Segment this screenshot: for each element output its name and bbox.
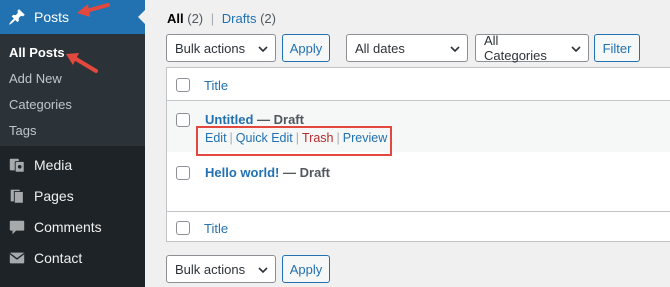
menu-pages-label: Pages xyxy=(34,188,74,204)
bulk-actions-select-top[interactable]: Bulk actions xyxy=(166,34,276,62)
view-all-count: (2) xyxy=(187,11,204,26)
post-title: Untitled — Draft xyxy=(205,112,304,127)
bulk-actions-value: Bulk actions xyxy=(175,40,246,56)
chevron-down-icon xyxy=(258,267,268,274)
menu-contact-label: Contact xyxy=(34,250,83,266)
menu-media-label: Media xyxy=(34,157,73,173)
post-state: — Draft xyxy=(283,165,330,180)
menu-posts-label: Posts xyxy=(34,9,70,25)
menu-comments-label: Comments xyxy=(34,219,102,235)
row-checkbox[interactable] xyxy=(176,166,190,180)
annotation-arrow-icon xyxy=(66,53,98,73)
media-icon xyxy=(0,148,34,182)
submenu-tags[interactable]: Tags xyxy=(9,123,36,138)
column-title-footer[interactable]: Title xyxy=(204,221,228,236)
table-row: Hello world! — Draft xyxy=(167,152,670,212)
admin-sidebar: Posts All Posts Add New Categories Tags … xyxy=(0,0,145,287)
dates-value: All dates xyxy=(355,40,405,56)
filter-button[interactable]: Filter xyxy=(594,34,640,62)
table-footer-row: Title xyxy=(167,211,670,242)
row-checkbox[interactable] xyxy=(176,113,190,127)
post-state: — Draft xyxy=(257,112,304,127)
view-filters: All (2) | Drafts (2) xyxy=(167,11,276,26)
chevron-down-icon xyxy=(571,46,581,53)
dates-select[interactable]: All dates xyxy=(346,34,468,62)
menu-contact[interactable]: Contact xyxy=(0,241,145,275)
apply-button-top[interactable]: Apply xyxy=(282,34,330,62)
mail-icon xyxy=(0,241,34,275)
annotation-arrow-icon xyxy=(77,3,110,17)
comment-icon xyxy=(0,210,34,244)
annotation-highlight-box xyxy=(196,126,392,156)
bulk-actions-value: Bulk actions xyxy=(175,261,246,277)
select-all-checkbox[interactable] xyxy=(176,78,190,92)
categories-select[interactable]: All Categories xyxy=(475,33,589,63)
menu-comments[interactable]: Comments xyxy=(0,210,145,244)
table-header-row: Title xyxy=(167,68,670,101)
view-drafts[interactable]: Drafts xyxy=(222,11,257,26)
categories-value: All Categories xyxy=(484,33,547,63)
post-title-link[interactable]: Untitled xyxy=(205,112,253,127)
chevron-down-icon xyxy=(450,46,460,53)
pages-icon xyxy=(0,179,34,213)
chevron-down-icon xyxy=(258,46,268,53)
post-title: Hello world! — Draft xyxy=(205,165,330,180)
select-all-checkbox-footer[interactable] xyxy=(176,221,190,235)
menu-pages[interactable]: Pages xyxy=(0,179,145,213)
submenu-add-new[interactable]: Add New xyxy=(9,71,62,86)
view-all[interactable]: All xyxy=(167,11,184,26)
menu-media[interactable]: Media xyxy=(0,148,145,182)
apply-button-bottom[interactable]: Apply xyxy=(282,255,330,283)
bulk-actions-select-bottom[interactable]: Bulk actions xyxy=(166,255,276,283)
post-title-link[interactable]: Hello world! xyxy=(205,165,279,180)
view-drafts-count: (2) xyxy=(260,11,276,26)
view-separator: | xyxy=(210,11,215,26)
pushpin-icon xyxy=(0,0,34,34)
submenu-categories[interactable]: Categories xyxy=(9,97,72,112)
column-title-header[interactable]: Title xyxy=(204,78,228,93)
submenu-all-posts[interactable]: All Posts xyxy=(9,45,65,60)
